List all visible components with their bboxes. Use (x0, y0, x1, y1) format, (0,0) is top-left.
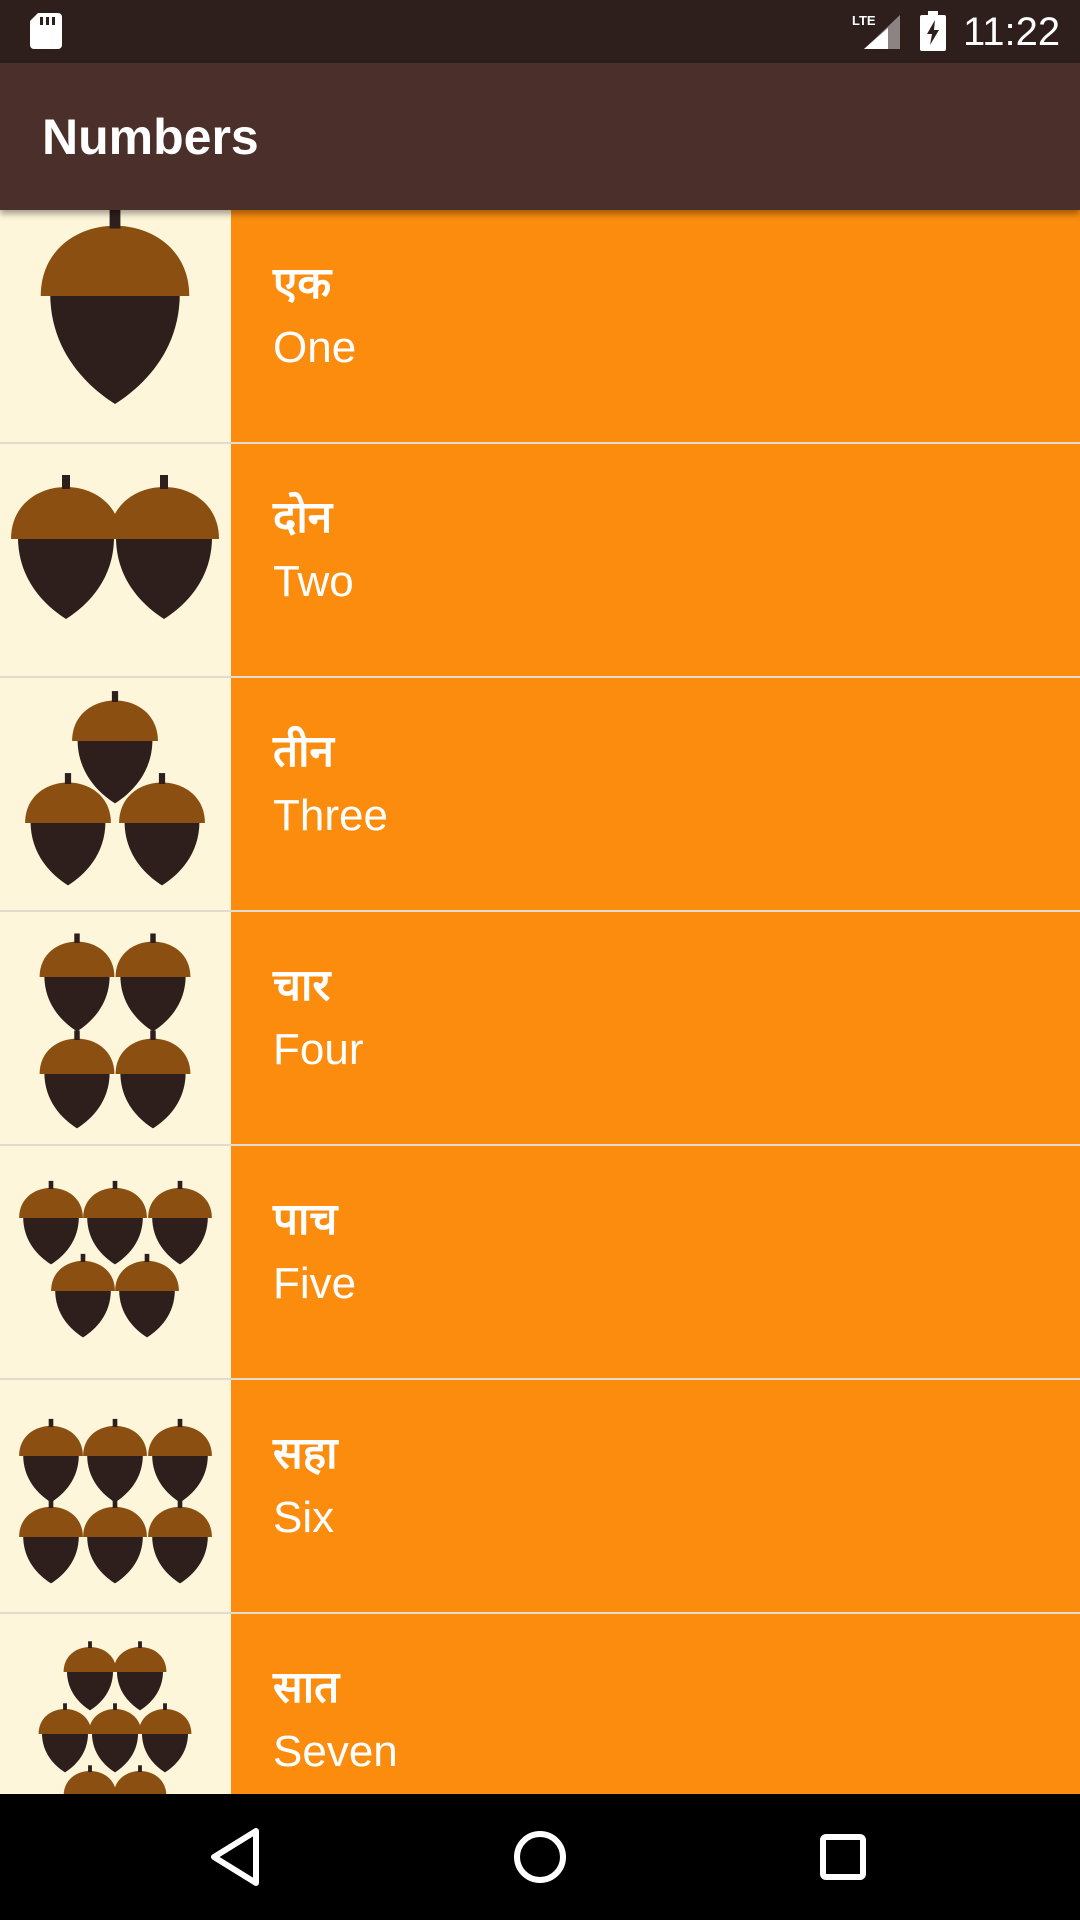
acorn-icon (113, 1641, 167, 1711)
acorn-icon (109, 475, 219, 619)
acorn-icon (11, 475, 121, 619)
list-item[interactable]: दोन Two (0, 444, 1080, 678)
recents-icon[interactable] (803, 1817, 883, 1897)
list-item[interactable]: पाच Five (0, 1146, 1080, 1380)
acorn-icon (83, 1499, 147, 1584)
list-item[interactable]: तीन Three (0, 678, 1080, 912)
acorn-icon (148, 1418, 212, 1503)
list-item[interactable]: चार Four (0, 912, 1080, 1146)
english-word: One (273, 323, 357, 372)
hindi-word: एक (273, 258, 332, 309)
acorn-icon (83, 1418, 147, 1503)
home-icon[interactable] (500, 1817, 580, 1897)
app-bar: Numbers (0, 63, 1080, 210)
list-item[interactable]: सात Seven (0, 1614, 1080, 1794)
numbers-list: एक One दोन Two तीन Three चार Four पाच Fi… (0, 210, 1080, 1794)
clock: 11:22 (963, 10, 1061, 54)
number-five-acorns-icon (0, 1146, 231, 1378)
english-word: Three (273, 791, 388, 840)
number-seven-acorns-icon (0, 1614, 231, 1794)
acorn-icon (40, 210, 190, 404)
acorn-icon (148, 1499, 212, 1584)
acorn-icon (51, 1253, 115, 1338)
acorn-icon (115, 1253, 179, 1338)
number-six-acorns-icon (0, 1380, 231, 1612)
number-one-acorns-icon (0, 210, 231, 442)
navigation-bar (0, 1794, 1080, 1920)
acorn-icon (19, 1180, 83, 1265)
number-two-acorns-icon (0, 444, 231, 676)
hindi-word: पाच (273, 1194, 338, 1245)
hindi-word: सहा (273, 1428, 338, 1479)
acorn-icon (115, 1030, 191, 1129)
english-word: Four (273, 1025, 364, 1074)
acorn-icon (138, 1703, 192, 1773)
acorn-icon (115, 933, 191, 1032)
acorn-icon (63, 1641, 117, 1711)
acorn-icon (88, 1703, 142, 1773)
signal-icon: LTE (852, 13, 900, 49)
acorn-icon (25, 773, 111, 886)
acorn-icon (83, 1180, 147, 1265)
status-bar: LTE 11:22 (0, 0, 1080, 63)
hindi-word: दोन (273, 492, 333, 543)
list-item[interactable]: एक One (0, 210, 1080, 444)
number-three-acorns-icon (0, 678, 231, 910)
network-label: LTE (852, 13, 876, 28)
hindi-word: चार (273, 960, 331, 1011)
hindi-word: तीन (273, 726, 334, 777)
english-word: Two (273, 557, 354, 606)
battery-charging-icon (920, 11, 946, 51)
acorn-icon (38, 1703, 92, 1773)
acorn-icon (19, 1499, 83, 1584)
sd-card-icon (30, 13, 62, 49)
english-word: Seven (273, 1727, 398, 1776)
list-item[interactable]: सहा Six (0, 1380, 1080, 1614)
english-word: Six (273, 1493, 335, 1542)
acorn-icon (39, 1030, 115, 1129)
acorn-icon (63, 1765, 117, 1794)
back-icon[interactable] (196, 1817, 276, 1897)
hindi-word: सात (273, 1662, 340, 1713)
acorn-icon (113, 1765, 167, 1794)
acorn-icon (39, 933, 115, 1032)
acorn-icon (148, 1180, 212, 1265)
english-word: Five (273, 1259, 357, 1308)
acorn-icon (119, 773, 205, 886)
acorn-icon (19, 1418, 83, 1503)
number-four-acorns-icon (0, 912, 231, 1144)
page-title: Numbers (42, 109, 259, 165)
